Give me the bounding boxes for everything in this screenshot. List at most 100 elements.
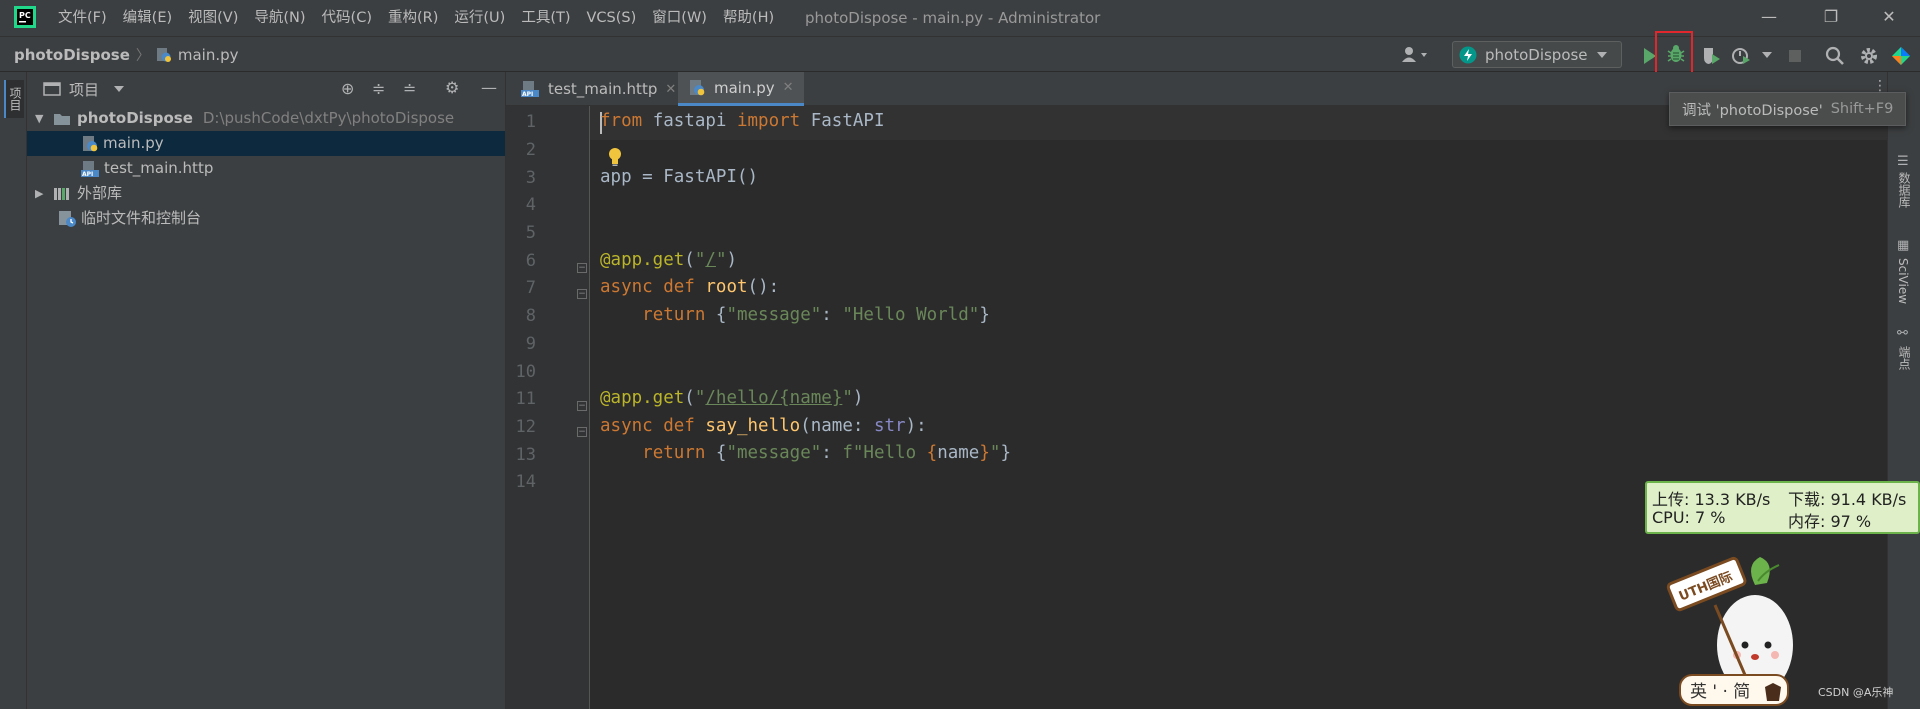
menu-file[interactable]: 文件(F) (56, 0, 109, 36)
svg-text:API: API (82, 171, 93, 178)
menu-tools[interactable]: 工具(T) (519, 0, 572, 36)
sciview-icon: ▦ (1897, 238, 1910, 253)
tree-item-label: test_main.http (104, 159, 214, 177)
endpoints-tool-button[interactable]: 端点 (1896, 346, 1913, 370)
fold-marker-icon[interactable]: − (577, 401, 587, 411)
menu-vcs[interactable]: VCS(S) (585, 0, 639, 36)
svg-text:API: API (522, 91, 533, 98)
tree-row-project-root[interactable]: ▼ photoDispose D:\pushCode\dxtPy\photoDi… (27, 106, 505, 131)
view-mode-chevron-icon[interactable] (113, 85, 125, 93)
menu-code[interactable]: 代码(C) (320, 0, 374, 36)
tooltip-shortcut: Shift+F9 (1830, 101, 1894, 117)
collapsed-chevron-icon[interactable]: ▶ (35, 181, 49, 206)
project-panel-header: 项目 (27, 72, 505, 106)
memory-usage: 内存: 97 % (1788, 512, 1872, 531)
more-run-options-chevron-icon[interactable] (1761, 51, 1773, 59)
menu-refactor[interactable]: 重构(R) (386, 0, 440, 36)
folder-icon (54, 113, 70, 125)
network-monitor-widget[interactable]: 上传: 13.3 KB/s 下载: 91.4 KB/s CPU: 7 % 内存:… (1645, 481, 1920, 534)
search-icon[interactable] (1824, 45, 1846, 67)
expanded-chevron-icon[interactable]: ▼ (35, 106, 49, 131)
input-method-mascot[interactable]: UTH国际 英 ' · 简 (1655, 535, 1820, 709)
line-number: 1 (525, 112, 536, 132)
python-file-icon (690, 79, 705, 95)
python-file-icon (156, 48, 171, 62)
run-config-label: photoDispose (1485, 45, 1588, 64)
line-number: 3 (525, 168, 536, 188)
project-path: D:\pushCode\dxtPy\photoDispose (202, 109, 455, 127)
menu-navigate[interactable]: 导航(N) (252, 0, 307, 36)
svg-text:PC: PC (19, 11, 31, 20)
line-number: 9 (525, 334, 536, 354)
minimize-button[interactable]: — (1746, 0, 1792, 36)
project-panel-title[interactable]: 项目 (69, 79, 99, 100)
tree-item-label: 临时文件和控制台 (81, 209, 202, 227)
line-number: 13 (515, 445, 536, 465)
python-file-icon (83, 135, 98, 151)
close-tab-icon[interactable]: ✕ (665, 82, 676, 97)
tab-label: test_main.http (548, 80, 658, 98)
close-window-button[interactable]: ✕ (1866, 0, 1912, 36)
collapse-all-icon[interactable]: ≐ (403, 79, 416, 98)
hide-panel-icon[interactable]: — (481, 78, 497, 97)
debug-tooltip: 调试 'photoDispose' Shift+F9 (1669, 92, 1907, 126)
tab-label: main.py (714, 78, 775, 97)
database-icon: ☰ (1897, 154, 1909, 169)
http-request-file-icon: API (521, 81, 539, 98)
jetbrains-toolbox-icon[interactable] (1890, 45, 1912, 67)
tree-row-main-py[interactable]: main.py (27, 131, 505, 156)
line-number: 4 (525, 195, 536, 215)
window-title: photoDispose - main.py - Administrator (805, 9, 1101, 27)
expand-all-icon[interactable]: ≑ (372, 79, 385, 98)
tab-test-main-http[interactable]: API test_main.http ✕ (510, 72, 686, 106)
code-line-1: from fastapi import FastAPI (600, 111, 885, 131)
locate-file-icon[interactable]: ⊕ (341, 79, 354, 98)
menu-edit[interactable]: 编辑(E) (121, 0, 174, 36)
stop-icon[interactable] (1784, 45, 1806, 67)
code-line-13: return {"message": f"Hello {name}"} (642, 443, 1011, 463)
menu-window[interactable]: 窗口(W) (650, 0, 709, 36)
fold-marker-icon[interactable]: − (577, 263, 587, 273)
line-number: 12 (515, 417, 536, 437)
settings-gear-icon[interactable] (1858, 45, 1880, 67)
code-line-7: async def root(): (600, 277, 780, 297)
watermark: CSDN @A乐神 (1818, 686, 1894, 699)
fold-marker-icon[interactable]: − (577, 289, 587, 299)
code-line-11: @app.get("/hello/{name}") (600, 388, 864, 408)
cpu-usage: CPU: 7 % (1652, 508, 1726, 527)
user-account-icon[interactable] (1400, 45, 1430, 65)
database-tool-button[interactable]: 数据库 (1896, 172, 1913, 208)
profile-icon[interactable] (1730, 45, 1752, 67)
line-number: 7 (525, 278, 536, 298)
run-configuration-selector[interactable]: photoDispose (1452, 41, 1622, 68)
close-tab-icon[interactable]: ✕ (783, 80, 794, 95)
panel-options-gear-icon[interactable]: ⚙ (445, 78, 459, 97)
download-speed: 下载: 91.4 KB/s (1788, 490, 1907, 509)
tree-item-label: main.py (103, 134, 164, 152)
fold-marker-icon[interactable]: − (577, 427, 587, 437)
tree-row-test-main-http[interactable]: API test_main.http (27, 156, 505, 181)
tree-row-external-libraries[interactable]: ▶ 外部库 (27, 181, 505, 206)
ime-status-text: 英 ' · 简 (1690, 682, 1750, 702)
left-tool-stripe (0, 72, 27, 709)
scratches-icon (59, 210, 76, 227)
project-tool-window-button[interactable]: 项目 (4, 80, 24, 118)
code-line-12: async def say_hello(name: str): (600, 416, 927, 436)
tooltip-label: 调试 'photoDispose' (1682, 102, 1823, 119)
endpoints-icon: ⚯ (1897, 326, 1908, 341)
tree-item-label: 外部库 (77, 184, 123, 202)
intention-lightbulb-icon[interactable] (607, 147, 623, 167)
tree-row-scratches-consoles[interactable]: 临时文件和控制台 (27, 206, 505, 231)
breadcrumb-file[interactable]: main.py (178, 46, 239, 64)
sciview-tool-button[interactable]: SciView (1896, 258, 1910, 304)
menu-help[interactable]: 帮助(H) (721, 0, 776, 36)
tab-main-py[interactable]: main.py ✕ (678, 72, 804, 106)
project-view-icon (43, 82, 61, 96)
breadcrumb-separator: 〉 (135, 48, 150, 64)
breadcrumb-project[interactable]: photoDispose (14, 46, 130, 64)
run-with-coverage-icon[interactable] (1700, 45, 1722, 67)
menu-run[interactable]: 运行(U) (452, 0, 507, 36)
menu-view[interactable]: 视图(V) (186, 0, 240, 36)
restore-button[interactable]: ❐ (1808, 0, 1854, 36)
library-icon (54, 187, 69, 200)
